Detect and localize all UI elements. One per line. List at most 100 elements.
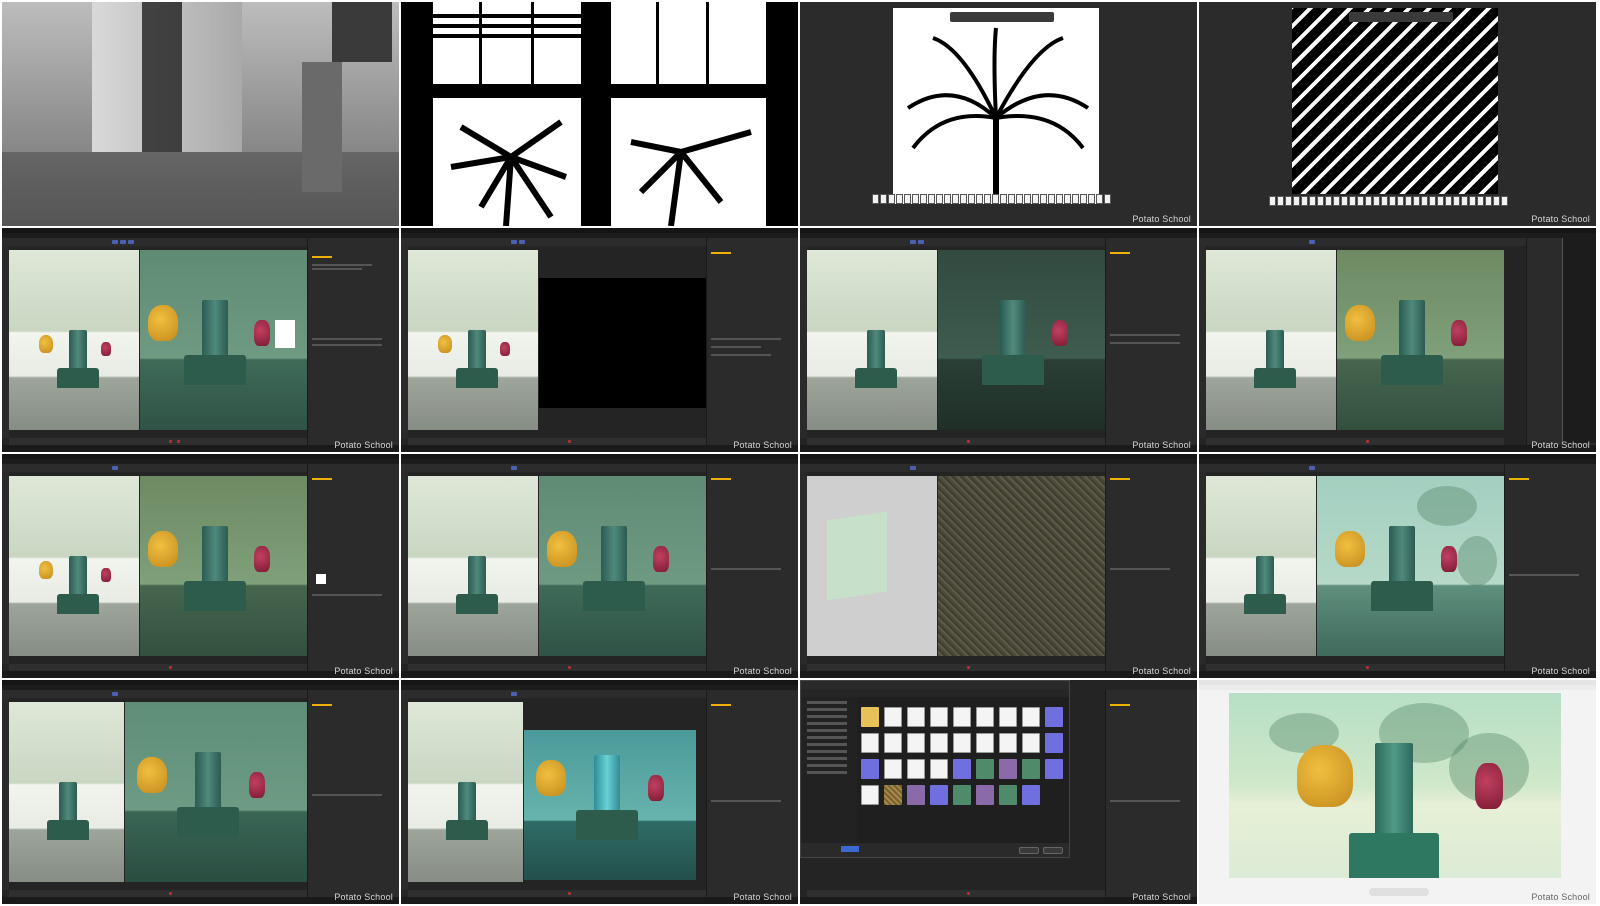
editor-viewport[interactable] [408, 702, 523, 882]
viewer-controls[interactable] [1369, 888, 1429, 896]
frame-c4d-render-shaded[interactable]: Potato School [800, 228, 1197, 452]
file-thumb[interactable] [953, 785, 971, 805]
frame-c4d-render-cyan-shadow[interactable]: Potato School [401, 454, 798, 678]
file-thumb[interactable] [930, 707, 948, 727]
timeline[interactable] [1206, 664, 1504, 671]
frame-c4d-render-warm[interactable]: Potato School [2, 454, 399, 678]
brush-preset-strip[interactable] [872, 194, 1111, 204]
file-thumb[interactable] [999, 707, 1017, 727]
editor-viewport[interactable] [408, 476, 538, 656]
editor-viewport[interactable] [408, 250, 538, 430]
file-thumb[interactable] [884, 785, 902, 805]
file-thumb[interactable] [930, 759, 948, 779]
open-button[interactable] [1019, 847, 1039, 854]
attributes-panel[interactable] [307, 238, 399, 452]
ps-floating-toolbar[interactable] [1349, 12, 1453, 22]
render-view[interactable] [539, 476, 706, 656]
timeline[interactable] [807, 664, 1105, 671]
editor-viewport[interactable] [1206, 476, 1316, 656]
file-thumb[interactable] [999, 785, 1017, 805]
attributes-panel[interactable] [706, 238, 798, 452]
render-view[interactable] [140, 476, 307, 656]
render-view[interactable] [938, 250, 1105, 430]
frame-c4d-perspective-noise[interactable]: Potato School [800, 454, 1197, 678]
left-tool-strip[interactable] [401, 246, 408, 438]
render-view[interactable] [125, 702, 307, 882]
file-thumb[interactable] [861, 733, 879, 753]
file-thumb[interactable] [907, 707, 925, 727]
file-thumb[interactable] [1022, 759, 1040, 779]
file-thumb[interactable] [907, 733, 925, 753]
file-thumb[interactable] [861, 707, 879, 727]
render-view[interactable] [1317, 476, 1504, 656]
left-tool-strip[interactable] [2, 472, 9, 664]
open-file-dialog[interactable] [800, 680, 1070, 858]
left-tool-strip[interactable] [2, 698, 9, 890]
left-tool-strip[interactable] [401, 698, 408, 890]
frame-file-explorer-open[interactable]: Potato School [800, 680, 1197, 904]
file-thumb[interactable] [1022, 733, 1040, 753]
frame-c4d-render-leaf-shadow[interactable]: Potato School [1199, 454, 1596, 678]
attributes-panel[interactable] [307, 690, 399, 904]
timeline[interactable] [408, 890, 706, 897]
file-thumb[interactable] [976, 785, 994, 805]
file-thumb[interactable] [1045, 707, 1063, 727]
frame-c4d-render-menu[interactable]: Potato School [1199, 228, 1596, 452]
file-thumb[interactable] [907, 759, 925, 779]
timeline[interactable] [807, 438, 1105, 445]
file-thumb[interactable] [953, 707, 971, 727]
attributes-panel[interactable] [307, 464, 399, 678]
attributes-panel[interactable] [1105, 464, 1197, 678]
timeline[interactable] [9, 438, 307, 445]
render-view[interactable] [1337, 250, 1504, 430]
frame-c4d-render-cyan-gobo[interactable]: Potato School [401, 680, 798, 904]
render-view[interactable] [938, 476, 1105, 656]
timeline[interactable] [408, 664, 706, 671]
perspective-viewport[interactable] [807, 476, 937, 656]
file-thumb[interactable] [999, 759, 1017, 779]
file-thumb[interactable] [861, 759, 879, 779]
editor-viewport[interactable] [1206, 250, 1336, 430]
address-bar[interactable] [801, 689, 1069, 697]
editor-viewport[interactable] [9, 250, 139, 430]
viewer-menubar[interactable] [1199, 685, 1596, 690]
ps-canvas[interactable] [893, 8, 1099, 204]
frame-c4d-render-white-window[interactable]: Potato School [2, 228, 399, 452]
editor-viewport[interactable] [9, 476, 139, 656]
left-tool-strip[interactable] [800, 472, 807, 664]
file-grid[interactable] [861, 707, 1063, 805]
frame-photoshop-diagonal[interactable]: Potato School [1199, 2, 1596, 226]
attributes-panel[interactable] [706, 464, 798, 678]
attributes-panel[interactable] [1105, 690, 1197, 904]
timeline[interactable] [408, 438, 706, 445]
frame-gobo-window[interactable] [401, 2, 798, 226]
file-thumb[interactable] [976, 733, 994, 753]
frame-reference-photo[interactable] [2, 2, 399, 226]
timeline[interactable] [9, 890, 307, 897]
frame-photoshop-palm[interactable]: Potato School [800, 2, 1197, 226]
file-thumb[interactable] [930, 785, 948, 805]
file-thumb[interactable] [861, 785, 879, 805]
render-view[interactable] [539, 278, 706, 408]
file-thumb[interactable] [1045, 759, 1063, 779]
frame-c4d-render-black[interactable]: Potato School [401, 228, 798, 452]
cancel-button[interactable] [1043, 847, 1063, 854]
file-thumb[interactable] [907, 785, 925, 805]
file-thumb[interactable] [930, 733, 948, 753]
left-tool-strip[interactable] [1199, 246, 1206, 438]
timeline[interactable] [9, 664, 307, 671]
file-thumb[interactable] [884, 707, 902, 727]
file-thumb[interactable] [953, 733, 971, 753]
frame-c4d-render-gobo[interactable]: Potato School [2, 680, 399, 904]
left-tool-strip[interactable] [401, 472, 408, 664]
left-tool-strip[interactable] [2, 246, 9, 438]
file-thumb[interactable] [884, 759, 902, 779]
texture-preview[interactable] [316, 574, 326, 584]
file-thumb[interactable] [884, 733, 902, 753]
render-view[interactable] [524, 730, 696, 880]
file-thumb[interactable] [976, 759, 994, 779]
nav-sidebar[interactable] [801, 697, 857, 857]
context-menu[interactable] [1562, 238, 1596, 443]
file-thumb[interactable] [976, 707, 994, 727]
render-view[interactable] [140, 250, 307, 430]
